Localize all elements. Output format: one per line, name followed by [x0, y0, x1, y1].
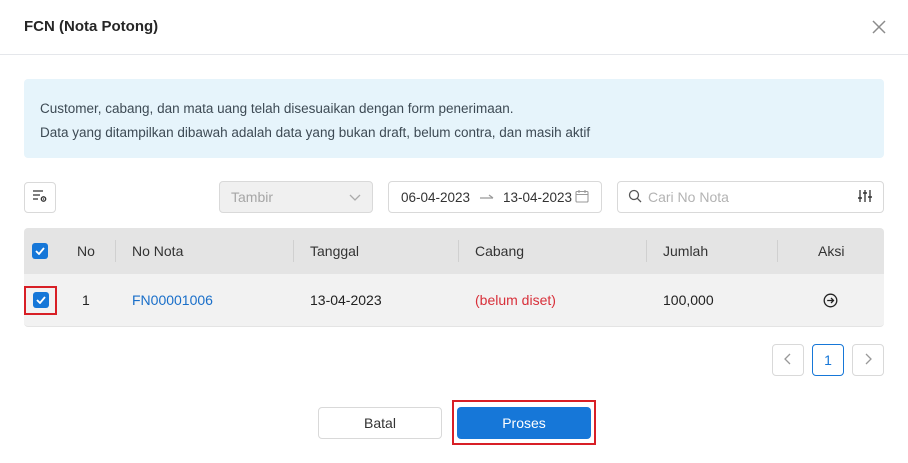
col-divider	[293, 240, 294, 262]
chevron-down-icon	[349, 189, 361, 205]
table-row[interactable]: 1 FN00001006 13-04-2023 (belum diset) 10…	[24, 274, 884, 327]
select-all-cell	[32, 228, 48, 274]
pagination-prev-button[interactable]	[772, 344, 804, 376]
alert-line-2: Data yang ditampilkan dibawah adalah dat…	[40, 125, 591, 140]
row-select-cell	[24, 274, 57, 326]
arrow-right-icon	[471, 190, 503, 205]
select-all-checkbox[interactable]	[32, 243, 48, 259]
col-divider	[458, 240, 459, 262]
cell-jumlah: 100,000	[663, 292, 714, 308]
calendar-icon	[575, 189, 589, 206]
date-from[interactable]: 06-04-2023	[401, 190, 471, 205]
submit-button[interactable]: Proses	[457, 407, 591, 439]
table-header: No No Nota Tanggal Cabang Jumlah Aksi	[24, 228, 884, 274]
arrow-circle-right-icon[interactable]	[823, 274, 838, 326]
col-header-aksi: Aksi	[818, 243, 845, 259]
search-input[interactable]	[648, 189, 857, 205]
cancel-button[interactable]: Batal	[318, 407, 442, 439]
filter-sliders-icon[interactable]	[857, 189, 873, 206]
nota-table: No No Nota Tanggal Cabang Jumlah Aksi 1 …	[24, 228, 884, 327]
pagination-next-button[interactable]	[852, 344, 884, 376]
search-box[interactable]	[617, 181, 884, 213]
dialog-header: FCN (Nota Potong)	[0, 0, 908, 55]
tambir-select[interactable]: Tambir	[219, 181, 373, 213]
cell-cabang: (belum diset)	[475, 292, 556, 308]
col-divider	[115, 240, 116, 262]
select-placeholder: Tambir	[231, 189, 274, 205]
col-header-tanggal: Tanggal	[310, 243, 360, 259]
dialog-title: FCN (Nota Potong)	[24, 18, 159, 35]
close-icon[interactable]	[868, 16, 890, 38]
col-header-no: No	[77, 243, 95, 259]
search-icon	[628, 189, 642, 206]
cell-no: 1	[82, 292, 90, 308]
chevron-right-icon	[864, 352, 872, 368]
pagination-page-button[interactable]: 1	[812, 344, 844, 376]
alert-line-1: Customer, cabang, dan mata uang telah di…	[40, 101, 514, 116]
chevron-left-icon	[784, 352, 792, 368]
cell-tanggal: 13-04-2023	[310, 292, 382, 308]
cell-no-nota-link[interactable]: FN00001006	[132, 274, 213, 326]
col-header-jumlah: Jumlah	[663, 243, 709, 259]
col-divider	[646, 240, 647, 262]
date-range-picker[interactable]: 06-04-2023 13-04-2023	[388, 181, 602, 213]
row-checkbox-highlight	[24, 285, 57, 315]
column-settings-icon	[32, 189, 48, 206]
col-header-cabang: Cabang	[475, 243, 525, 259]
row-checkbox[interactable]	[32, 292, 49, 308]
column-settings-button[interactable]	[24, 182, 56, 213]
col-divider	[777, 240, 778, 262]
date-to[interactable]: 13-04-2023	[503, 190, 575, 205]
col-header-no-nota: No Nota	[132, 243, 184, 259]
info-alert: Customer, cabang, dan mata uang telah di…	[24, 79, 884, 158]
